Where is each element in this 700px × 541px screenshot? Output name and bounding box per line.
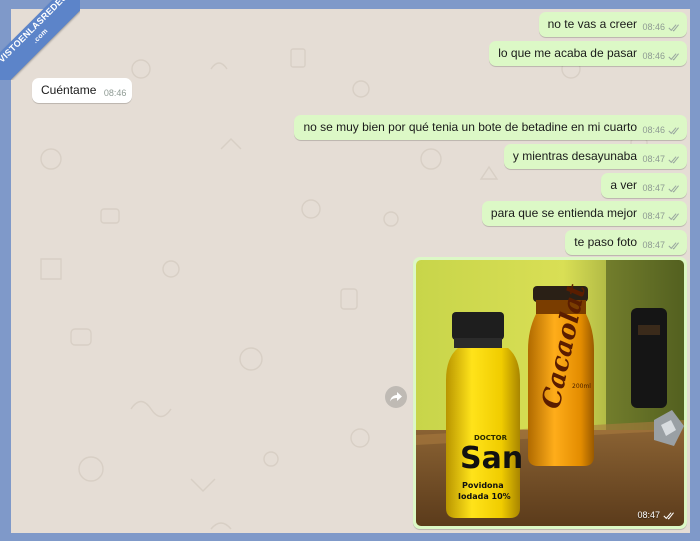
- message-meta: 08:46: [642, 124, 681, 137]
- message-text: y mientras desayunaba: [512, 149, 637, 163]
- message-bubble-7[interactable]: para que se entienda mejor 08:47: [481, 201, 687, 226]
- message-bubble-5[interactable]: y mientras desayunaba 08:47: [503, 144, 687, 169]
- message-bubble-4[interactable]: no se muy bien por qué tenia un bote de …: [294, 115, 687, 140]
- message-text: a ver: [610, 178, 637, 192]
- message-text: no se muy bien por qué tenia un bote de …: [303, 120, 637, 134]
- photo-image: Cacaolat 200ml DOCTOR San Povidona Iodad…: [416, 260, 684, 526]
- message-bubble-2[interactable]: lo que me acaba de pasar 08:46: [489, 41, 687, 66]
- message-bubble-6[interactable]: a ver 08:47: [601, 173, 687, 198]
- message-text: no te vas a creer: [547, 17, 637, 31]
- double-check-icon: [668, 127, 679, 135]
- message-meta: 08:46: [642, 50, 681, 63]
- photo-meta: 08:47: [637, 510, 676, 520]
- message-text: lo que me acaba de pasar: [498, 46, 637, 60]
- iodada-label: Iodada 10%: [458, 492, 511, 501]
- watermark-text: VISTOENLASREDES: [0, 0, 70, 65]
- forward-arrow-icon[interactable]: [385, 386, 407, 408]
- photo-message[interactable]: Cacaolat 200ml DOCTOR San Povidona Iodad…: [413, 257, 687, 529]
- message-meta: 08:46: [103, 88, 127, 98]
- message-text: Cuéntame: [41, 83, 97, 97]
- photo[interactable]: Cacaolat 200ml DOCTOR San Povidona Iodad…: [416, 260, 684, 526]
- message-bubble-3[interactable]: Cuéntame 08:46: [32, 78, 133, 103]
- message-text: para que se entienda mejor: [490, 206, 637, 220]
- double-check-icon: [668, 53, 679, 61]
- double-check-icon: [668, 156, 679, 164]
- message-meta: 08:47: [642, 182, 681, 195]
- message-bubble-8[interactable]: te paso foto 08:47: [565, 230, 687, 255]
- message-meta: 08:46: [642, 21, 681, 34]
- message-meta: 08:47: [642, 210, 681, 223]
- chat-area[interactable]: no te vas a creer 08:46 lo que me acaba …: [11, 9, 690, 533]
- double-check-icon: [663, 511, 674, 520]
- double-check-icon: [668, 213, 679, 221]
- message-text: te paso foto: [574, 235, 637, 249]
- povidona-label: Povidona: [462, 481, 504, 490]
- double-check-icon: [668, 185, 679, 193]
- double-check-icon: [668, 242, 679, 250]
- double-check-icon: [668, 24, 679, 32]
- message-bubble-1[interactable]: no te vas a creer 08:46: [538, 12, 687, 37]
- san-label: San: [460, 441, 523, 476]
- screenshot-frame: no te vas a creer 08:46 lo que me acaba …: [0, 0, 700, 541]
- volume-label: 200ml: [572, 383, 591, 390]
- message-meta: 08:47: [642, 239, 681, 252]
- message-meta: 08:47: [642, 153, 681, 166]
- watermark-ribbon: VISTOENLASREDES .com: [0, 0, 80, 80]
